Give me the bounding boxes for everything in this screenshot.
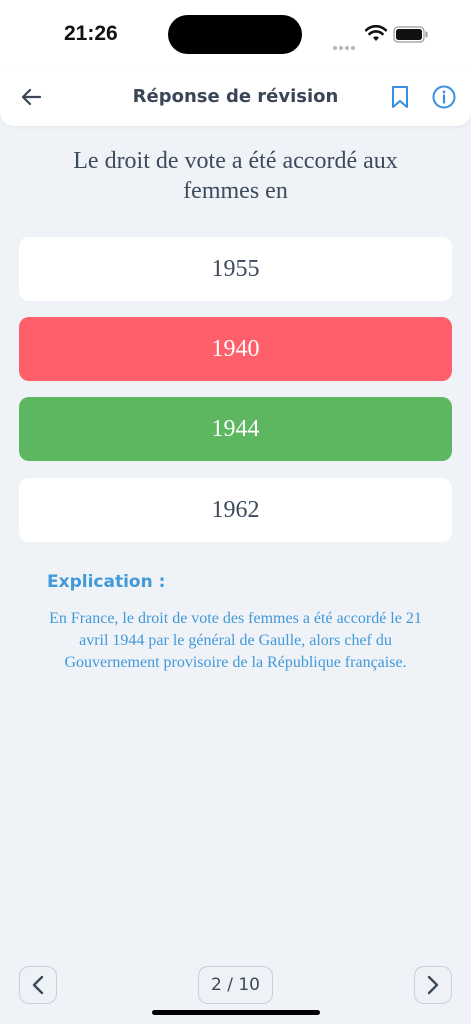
- question-text: Le droit de vote a été accordé aux femme…: [73, 148, 398, 204]
- answer-option[interactable]: 1955: [19, 237, 452, 301]
- answer-label: 1940: [211, 335, 260, 362]
- explanation-title: Explication :: [47, 572, 166, 592]
- status-bar: 21:26: [0, 0, 471, 70]
- battery-icon: [393, 26, 428, 43]
- top-app-bar: Réponse de révision: [0, 66, 471, 126]
- previous-button[interactable]: [19, 966, 57, 1004]
- answer-label: 1944: [211, 415, 260, 442]
- status-time: 21:26: [64, 22, 118, 45]
- answer-label: 1962: [211, 496, 260, 523]
- answer-option-correct[interactable]: 1944: [19, 397, 452, 461]
- info-icon[interactable]: [432, 85, 456, 109]
- page-indicator: 2 / 10: [198, 966, 273, 1004]
- wifi-icon: [365, 25, 387, 41]
- answer-option[interactable]: 1962: [19, 478, 452, 542]
- next-button[interactable]: [414, 966, 452, 1004]
- answer-label: 1955: [211, 255, 260, 282]
- answer-option-wrong[interactable]: 1940: [19, 317, 452, 381]
- explanation-text: En France, le droit de vote des femmes a…: [49, 610, 422, 671]
- home-indicator[interactable]: [152, 1010, 320, 1015]
- chevron-left-icon: [32, 975, 44, 995]
- cellular-signal-icon: [333, 37, 357, 55]
- bookmark-icon[interactable]: [390, 85, 410, 109]
- dynamic-island: [168, 15, 302, 54]
- chevron-right-icon: [427, 975, 439, 995]
